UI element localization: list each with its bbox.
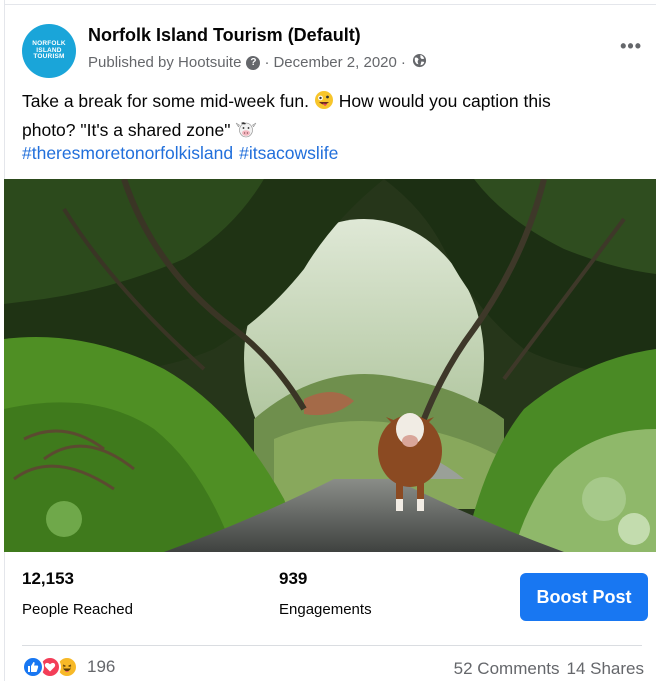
reactions-footer: 196 52 Comments 14 Shares: [22, 654, 646, 681]
cow-road-photo-illustration: [4, 179, 656, 552]
insights-bar: 12,153 People Reached 939 Engagements Bo…: [4, 552, 656, 642]
meta-separator-2: ·: [400, 54, 406, 71]
engagements-value: 939: [279, 569, 308, 588]
shares-count-link[interactable]: 14 Shares: [567, 659, 645, 678]
crazy-face-emoji-icon: [314, 90, 334, 117]
post-date-link[interactable]: December 2, 2020: [273, 54, 396, 71]
engagements-label: Engagements: [279, 601, 372, 618]
published-by-text: Published by Hootsuite: [88, 54, 242, 71]
help-icon[interactable]: ?: [246, 55, 261, 70]
engagements-stat[interactable]: 939 Engagements: [279, 569, 372, 618]
post-header: NORFOLK ISLAND TOURISM Norfolk Island To…: [22, 24, 642, 78]
globe-icon: [412, 53, 427, 72]
post-caption: Take a break for some mid-week fun. How …: [22, 88, 642, 146]
footer-divider: [22, 645, 642, 646]
hashtag-link[interactable]: #theresmoretonorfolkisland: [22, 143, 233, 163]
hashtag-list: #theresmoretonorfolkisland #itsacowslife: [22, 140, 344, 166]
post-photo[interactable]: [4, 179, 656, 552]
reaction-count: 196: [87, 657, 116, 676]
engagement-counts: 52 Comments 14 Shares: [454, 659, 644, 679]
people-reached-value: 12,153: [22, 569, 74, 588]
comments-count-link[interactable]: 52 Comments: [454, 659, 560, 678]
card-top-border: [4, 4, 656, 5]
people-reached-stat[interactable]: 12,153 People Reached: [22, 569, 133, 618]
like-reaction-icon: [22, 656, 44, 678]
page-avatar[interactable]: NORFOLK ISLAND TOURISM: [22, 24, 76, 78]
more-options-icon[interactable]: •••: [620, 36, 642, 57]
caption-text-2: photo? "It's a shared zone": [22, 120, 231, 140]
page-name-link[interactable]: Norfolk Island Tourism (Default): [88, 25, 361, 46]
post-meta: Published by Hootsuite ? · December 2, 2…: [88, 53, 427, 72]
hashtag-link[interactable]: #itsacowslife: [239, 143, 338, 163]
caption-text-1: Take a break for some mid-week fun.: [22, 91, 309, 111]
avatar-logo-text: NORFOLK ISLAND TOURISM: [32, 40, 66, 61]
caption-text-1b: How would you caption this: [338, 91, 551, 111]
people-reached-label: People Reached: [22, 601, 133, 618]
meta-separator: ·: [264, 54, 270, 71]
boost-post-button[interactable]: Boost Post: [520, 573, 648, 621]
reactions-summary[interactable]: 196: [22, 656, 115, 678]
